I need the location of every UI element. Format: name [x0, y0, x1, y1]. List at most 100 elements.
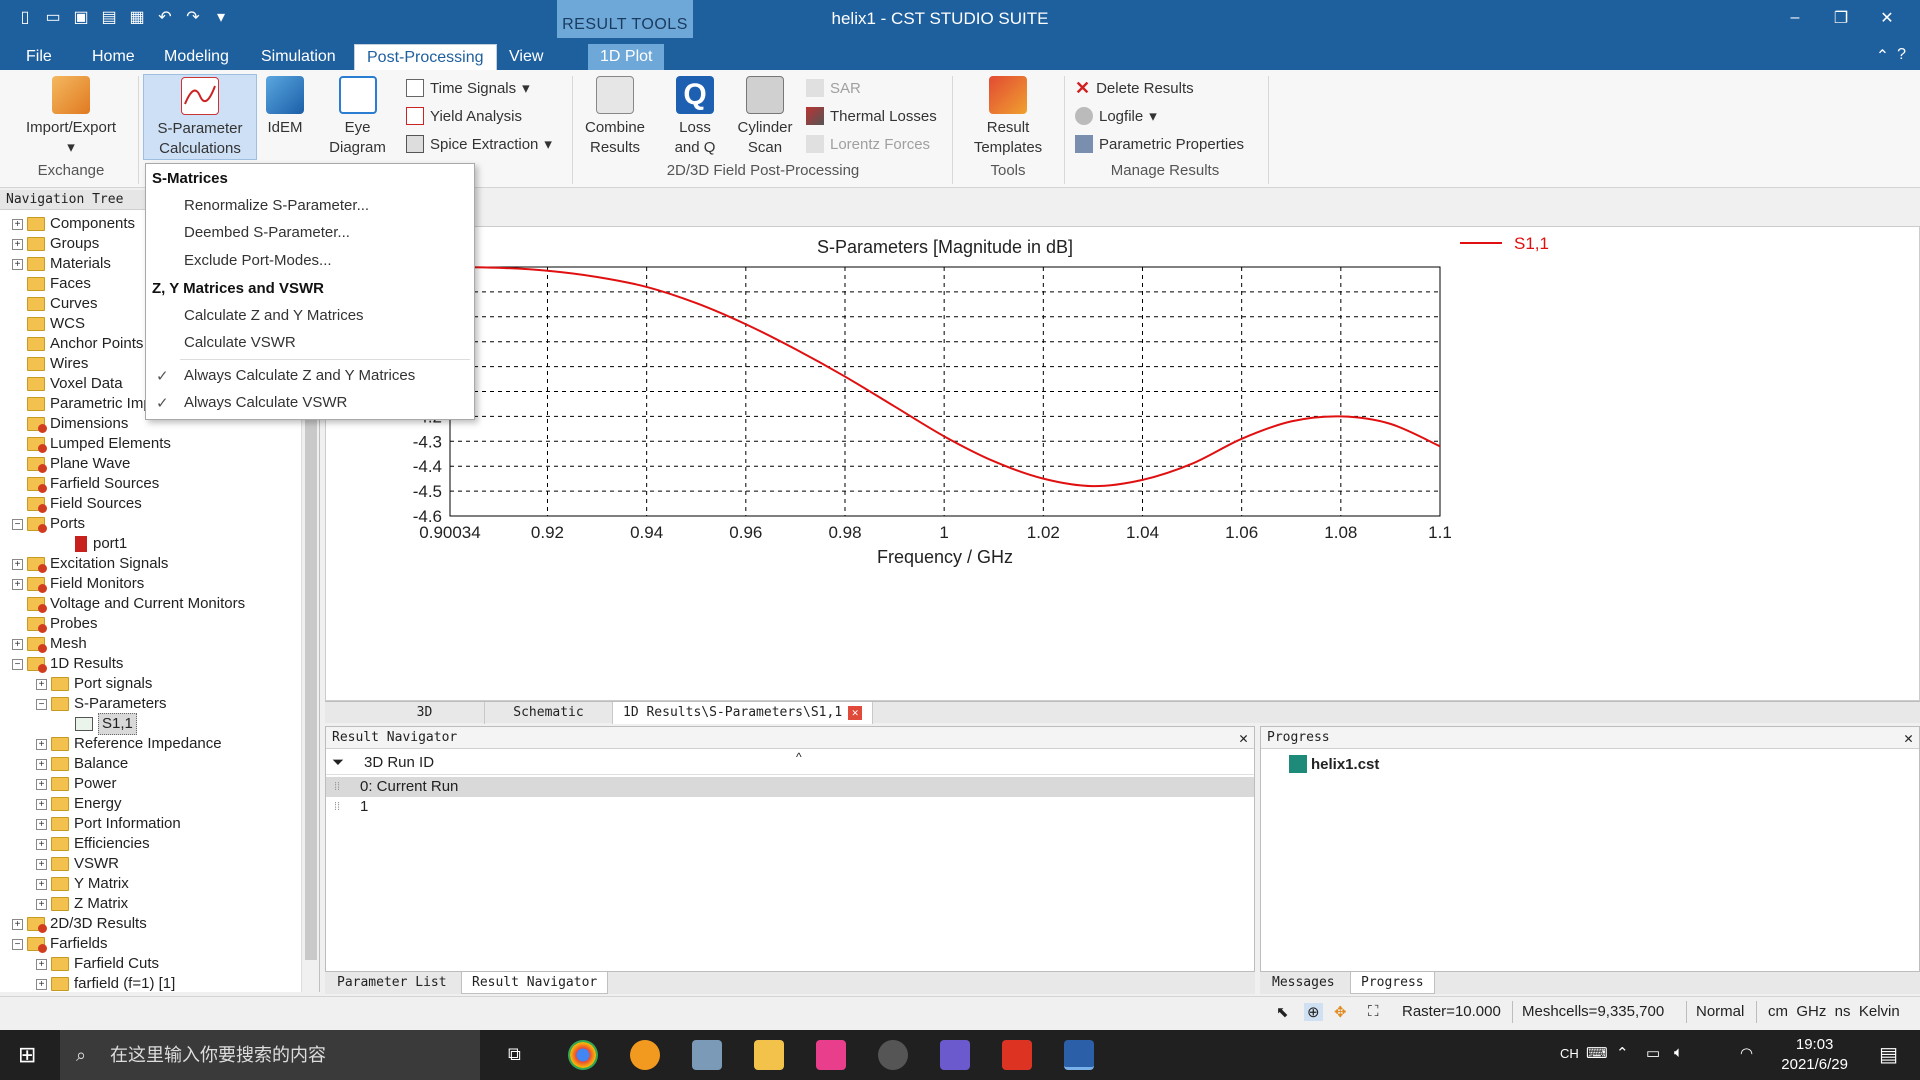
loss-and-q-button[interactable]: Q Loss and Q [658, 76, 732, 158]
taskbar-search-box[interactable]: ⌕ 在这里输入你要搜索的内容 [60, 1030, 480, 1080]
tree-item[interactable]: − S-Parameters [36, 694, 167, 714]
tree-item[interactable]: − 1D Results [12, 654, 123, 674]
expand-icon[interactable]: + [36, 958, 47, 970]
expand-icon[interactable]: + [36, 758, 47, 770]
legend-entry-s11[interactable]: S1,1 [1514, 234, 1549, 253]
dictionary-app-icon[interactable] [1002, 1040, 1032, 1070]
delete-results-button[interactable]: ✕ Delete Results [1075, 76, 1194, 100]
tree-item[interactable]: + Field Monitors [12, 574, 144, 594]
cylinder-scan-button[interactable]: Cylinder Scan [728, 76, 802, 158]
expand-icon[interactable]: + [12, 218, 23, 230]
tree-item[interactable]: Curves [12, 294, 98, 314]
import-export-button[interactable]: Import/Export ▾ [16, 76, 126, 158]
view-tab-3d[interactable]: 3D [365, 702, 485, 724]
tab-result-navigator[interactable]: Result Navigator [461, 972, 609, 994]
tab-home[interactable]: Home [80, 44, 147, 70]
lorentz-forces-button[interactable]: Lorentz Forces [806, 132, 930, 156]
chrome-icon[interactable] [568, 1040, 598, 1070]
collapse-icon[interactable]: − [12, 518, 23, 530]
tree-item[interactable]: + Efficiencies [36, 834, 150, 854]
tree-item[interactable]: + Materials [12, 254, 111, 274]
menu-item-always-calculate-vswr[interactable]: Always Calculate VSWR [184, 394, 347, 411]
tree-item[interactable]: Field Sources [12, 494, 142, 514]
tab-modeling[interactable]: Modeling [152, 44, 241, 70]
view-tab-schematic[interactable]: Schematic [485, 702, 613, 724]
cst-app-icon[interactable] [1064, 1040, 1094, 1070]
tree-item[interactable]: + Port Information [36, 814, 181, 834]
close-button[interactable]: ✕ [1864, 4, 1910, 32]
expand-icon[interactable]: + [36, 878, 47, 890]
menu-item-deembed[interactable]: Deembed S-Parameter... [184, 224, 350, 241]
battery-icon[interactable]: ▭ [1646, 1044, 1660, 1062]
tree-item[interactable]: + VSWR [36, 854, 119, 874]
expand-icon[interactable]: + [36, 858, 47, 870]
tree-item[interactable]: + Farfield Cuts [36, 954, 159, 974]
run-id-column-header[interactable]: ⏷ 3D Run ID ^ [326, 750, 1254, 775]
zoom-icon[interactable]: ⊕ [1304, 1003, 1323, 1021]
tree-item[interactable]: Probes [12, 614, 98, 634]
tree-item[interactable]: − Ports [12, 514, 85, 534]
expand-icon[interactable]: + [36, 778, 47, 790]
taskbar-clock[interactable]: 19:03 2021/6/29 [1781, 1035, 1848, 1075]
tree-item[interactable]: Voltage and Current Monitors [12, 594, 245, 614]
tab-view[interactable]: View [497, 44, 555, 70]
tree-item[interactable]: Lumped Elements [12, 434, 171, 454]
expand-icon[interactable]: + [12, 238, 23, 250]
expand-icon[interactable]: + [36, 898, 47, 910]
filter-icon[interactable]: ⏷ [332, 751, 344, 775]
fit-view-icon[interactable]: ⛶ [1368, 1003, 1379, 1020]
search-app-icon[interactable] [630, 1040, 660, 1070]
yield-analysis-button[interactable]: Yield Analysis [406, 104, 522, 128]
tree-item[interactable]: Voxel Data [12, 374, 123, 394]
expand-icon[interactable]: + [36, 978, 47, 990]
thermal-losses-button[interactable]: Thermal Losses [806, 104, 937, 128]
parametric-properties-button[interactable]: Parametric Properties [1075, 132, 1244, 156]
logfile-button[interactable]: Logfile ▾ [1075, 104, 1157, 128]
paint-app-icon[interactable] [940, 1040, 970, 1070]
menu-item-calculate-zy[interactable]: Calculate Z and Y Matrices [184, 307, 364, 324]
ime-indicator[interactable]: CH [1560, 1046, 1579, 1061]
sparameter-calculations-button[interactable]: S-Parameter Calculations [143, 74, 257, 160]
collapse-ribbon-icon[interactable]: ⌃ [1876, 46, 1889, 66]
tree-item[interactable]: WCS [12, 314, 85, 334]
pointer-icon[interactable]: ⬉ [1276, 1003, 1289, 1021]
tab-file[interactable]: File [14, 44, 64, 70]
tree-item[interactable]: + Excitation Signals [12, 554, 168, 574]
menu-item-exclude-port-modes[interactable]: Exclude Port-Modes... [184, 252, 332, 269]
minimize-button[interactable]: – [1772, 4, 1818, 32]
tab-1d-plot[interactable]: 1D Plot [588, 44, 665, 70]
close-panel-icon[interactable]: ✕ [1239, 727, 1248, 749]
collapse-icon[interactable]: − [12, 938, 23, 950]
idem-button[interactable]: IdEM [262, 76, 308, 138]
tree-item[interactable]: + Reference Impedance [36, 734, 222, 754]
tree-item[interactable]: + Port signals [36, 674, 152, 694]
collapse-icon[interactable]: − [36, 698, 47, 710]
table-row[interactable]: ⁞⁞ 0: Current Run [326, 777, 1254, 797]
tab-simulation[interactable]: Simulation [249, 44, 348, 70]
notifications-icon[interactable]: ▤ [1879, 1042, 1898, 1067]
volume-icon[interactable]: 🔈︎ [1674, 1044, 1683, 1061]
expand-icon[interactable]: + [36, 798, 47, 810]
tree-item[interactable]: port1 [60, 534, 127, 554]
tree-item[interactable]: + Power [36, 774, 117, 794]
spice-extraction-button[interactable]: Spice Extraction ▾ [406, 132, 552, 156]
tree-item[interactable]: + Components [12, 214, 135, 234]
expand-icon[interactable]: + [12, 918, 23, 930]
collapse-icon[interactable]: − [12, 658, 23, 670]
tree-item[interactable]: Anchor Points [12, 334, 143, 354]
result-templates-button[interactable]: Result Templates [958, 76, 1058, 158]
table-row[interactable]: ⁞⁞ 1 [326, 797, 1254, 817]
expand-icon[interactable]: + [36, 818, 47, 830]
expand-icon[interactable]: + [12, 578, 23, 590]
task-view-icon[interactable]: ⧉ [508, 1044, 521, 1065]
combine-results-button[interactable]: Combine Results [578, 76, 652, 158]
time-signals-button[interactable]: Time Signals ▾ [406, 76, 530, 100]
tree-item[interactable]: Faces [12, 274, 91, 294]
tree-item[interactable]: + farfield (f=1) [1] [36, 974, 175, 992]
pan-icon[interactable]: ✥ [1334, 1003, 1347, 1021]
menu-item-always-calculate-zy[interactable]: Always Calculate Z and Y Matrices [184, 367, 415, 384]
tab-messages[interactable]: Messages [1262, 972, 1345, 994]
show-hidden-icons-icon[interactable]: ⌃ [1616, 1044, 1629, 1062]
image-viewer-icon[interactable] [692, 1040, 722, 1070]
network-icon[interactable]: ◠ [1740, 1044, 1753, 1062]
